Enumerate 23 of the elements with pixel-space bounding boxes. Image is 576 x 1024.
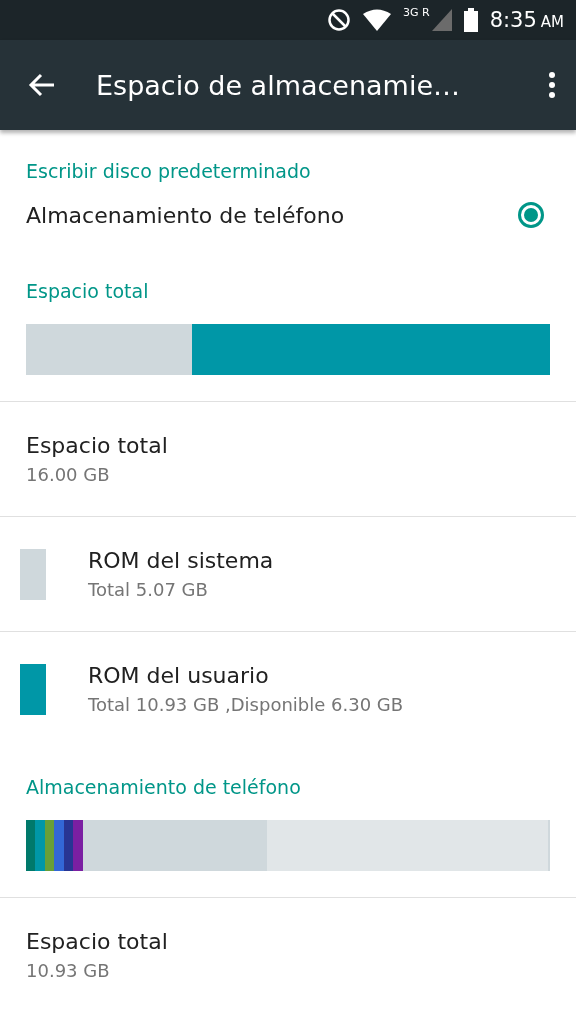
- section-header: Escribir disco predeterminado: [25, 159, 312, 182]
- wifi-icon: [362, 9, 391, 31]
- signal-icon: [431, 9, 452, 31]
- row-title: Espacio total: [26, 433, 168, 458]
- row-title: Espacio total: [26, 929, 168, 954]
- battery-icon: [463, 8, 478, 32]
- section-header: Almacenamiento de teléfono: [25, 775, 302, 798]
- row-subtitle: Total 10.93 GB ,Disponible 6.30 GB: [88, 694, 404, 715]
- screen-title: Espacio de almacenamie…: [96, 69, 461, 101]
- clock-time: 8:35: [489, 8, 537, 32]
- back-arrow-icon[interactable]: [28, 73, 56, 97]
- more-options-icon[interactable]: [548, 72, 556, 98]
- section-header: Espacio total: [25, 279, 150, 302]
- network-label: 3G R: [402, 6, 430, 19]
- row-title: ROM del sistema: [88, 548, 274, 573]
- row-subtitle: 16.00 GB: [26, 464, 111, 485]
- row-subtitle: 10.93 GB: [26, 960, 111, 981]
- storage-option[interactable]: Almacenamiento de teléfono: [0, 182, 576, 250]
- row-subtitle: Total 5.07 GB: [88, 579, 209, 600]
- radio-button[interactable]: [518, 202, 544, 228]
- do-not-disturb-icon: [326, 8, 351, 32]
- clock-ampm: AM: [540, 13, 564, 31]
- row-title: ROM del usuario: [88, 663, 270, 688]
